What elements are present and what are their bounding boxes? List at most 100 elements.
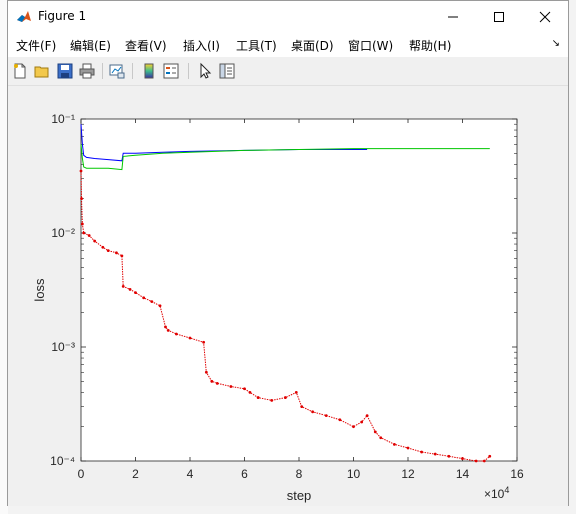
series-point — [80, 197, 83, 201]
new-figure-icon[interactable] — [11, 62, 29, 80]
series-point — [474, 459, 478, 463]
x-tick-label: 6 — [241, 467, 248, 481]
series-point — [379, 436, 383, 440]
pointer-icon[interactable] — [196, 62, 214, 80]
axes-box[interactable] — [80, 118, 518, 462]
series-point — [488, 454, 492, 458]
series-point — [87, 234, 91, 237]
series-point — [294, 390, 298, 394]
menu-file[interactable]: 文件(F) — [16, 37, 56, 54]
series-point — [392, 442, 396, 446]
series-point — [79, 169, 83, 173]
window-title: Figure 1 — [38, 9, 87, 23]
toolbar-separator — [188, 63, 189, 79]
series-point — [229, 385, 233, 388]
y-tick-label: 10⁻² — [51, 226, 75, 240]
series-point — [106, 249, 110, 253]
series-point — [447, 454, 451, 458]
series-point — [243, 387, 246, 391]
print-icon[interactable] — [78, 62, 96, 80]
plot-svg[interactable]: 0 2 4 6 8 10 12 14 1610⁻⁴10⁻³10⁻²10⁻¹ step loss … — [8, 86, 568, 506]
series-point — [80, 222, 84, 226]
series-point — [93, 239, 97, 243]
series-point — [360, 420, 364, 424]
toolbar-separator — [132, 63, 133, 79]
series-point — [482, 459, 486, 463]
series-point — [142, 296, 146, 300]
series-point — [150, 300, 154, 304]
series-point — [352, 425, 355, 429]
series-point — [270, 399, 274, 402]
x-tick-label: 10 — [347, 467, 361, 481]
toolbar-separator — [102, 63, 103, 79]
x-exponent-label: ×104 — [484, 485, 509, 501]
legend-icon[interactable] — [162, 62, 180, 80]
series-point — [311, 410, 315, 414]
y-tick-label: 10⁻¹ — [51, 112, 75, 126]
series-point — [215, 381, 219, 385]
figure-window: Figure 1 文件(F) 编辑(E) 查看(V) 插入(I) 工具(T) 桌… — [7, 0, 569, 506]
x-tick-label: 8 — [296, 467, 303, 481]
series-point — [128, 288, 132, 291]
series-point — [121, 285, 125, 288]
y-axis-label: loss — [32, 278, 47, 302]
series-point — [202, 340, 206, 344]
series-point — [82, 231, 86, 235]
series-point — [461, 457, 464, 460]
close-icon — [539, 11, 551, 22]
series-point — [406, 446, 410, 450]
menu-bar: 文件(F) 编辑(E) 查看(V) 插入(I) 工具(T) 桌面(D) 窗口(W… — [8, 32, 568, 57]
menu-edit[interactable]: 编辑(E) — [70, 37, 111, 54]
minimize-button[interactable] — [430, 1, 476, 32]
x-tick-label: 16 — [510, 467, 524, 481]
series-point — [338, 418, 342, 422]
title-bar[interactable]: Figure 1 — [8, 1, 568, 32]
series-point — [164, 325, 167, 329]
property-inspector-icon[interactable] — [218, 62, 236, 80]
link-plot-icon[interactable] — [108, 62, 126, 80]
series-point — [174, 332, 178, 336]
x-tick-label: 0 — [78, 467, 85, 481]
x-axis-label: step — [287, 488, 312, 503]
series-point — [300, 405, 304, 409]
series-point — [120, 254, 124, 258]
series-point — [324, 414, 328, 418]
close-button[interactable] — [522, 1, 568, 32]
menu-desktop[interactable]: 桌面(D) — [291, 37, 334, 54]
y-tick-label: 10⁻³ — [51, 340, 75, 354]
series-point — [188, 336, 192, 340]
x-tick-label: 2 — [132, 467, 139, 481]
series-point — [204, 370, 208, 374]
series-point — [365, 414, 369, 418]
series-point — [166, 328, 170, 332]
open-file-icon[interactable] — [33, 62, 51, 80]
menu-view[interactable]: 查看(V) — [125, 37, 167, 54]
series-point — [433, 452, 437, 456]
series-point — [256, 396, 260, 399]
figure-canvas[interactable]: 0 2 4 6 8 10 12 14 16 10⁻⁴ 10⁻³ 10⁻² 10⁻¹ step loss … — [8, 86, 568, 506]
series-point — [283, 396, 287, 399]
series-point — [115, 251, 118, 255]
save-icon[interactable] — [56, 62, 74, 80]
x-tick-label: 4 — [187, 467, 194, 481]
y-tick-label: 10⁻⁴ — [50, 454, 75, 468]
matlab-icon — [17, 11, 31, 22]
menu-tools[interactable]: 工具(T) — [236, 37, 277, 54]
menu-overflow-icon[interactable]: ↘ — [552, 38, 560, 49]
x-tick-label: 12 — [401, 467, 415, 481]
x-tick-label: 14 — [456, 467, 470, 481]
series-point — [134, 291, 137, 295]
series-point — [420, 450, 424, 454]
series-point — [158, 304, 162, 308]
menu-help[interactable]: 帮助(H) — [409, 37, 451, 54]
maximize-button[interactable] — [476, 1, 522, 32]
series-point — [210, 379, 214, 383]
menu-insert[interactable]: 插入(I) — [183, 37, 220, 54]
colorbar-icon[interactable] — [140, 62, 158, 80]
series-point — [373, 430, 377, 434]
toolbar — [8, 57, 568, 86]
minimize-icon — [448, 16, 458, 17]
maximize-icon — [494, 11, 504, 22]
menu-window[interactable]: 窗口(W) — [348, 37, 393, 54]
series-point — [101, 245, 105, 249]
